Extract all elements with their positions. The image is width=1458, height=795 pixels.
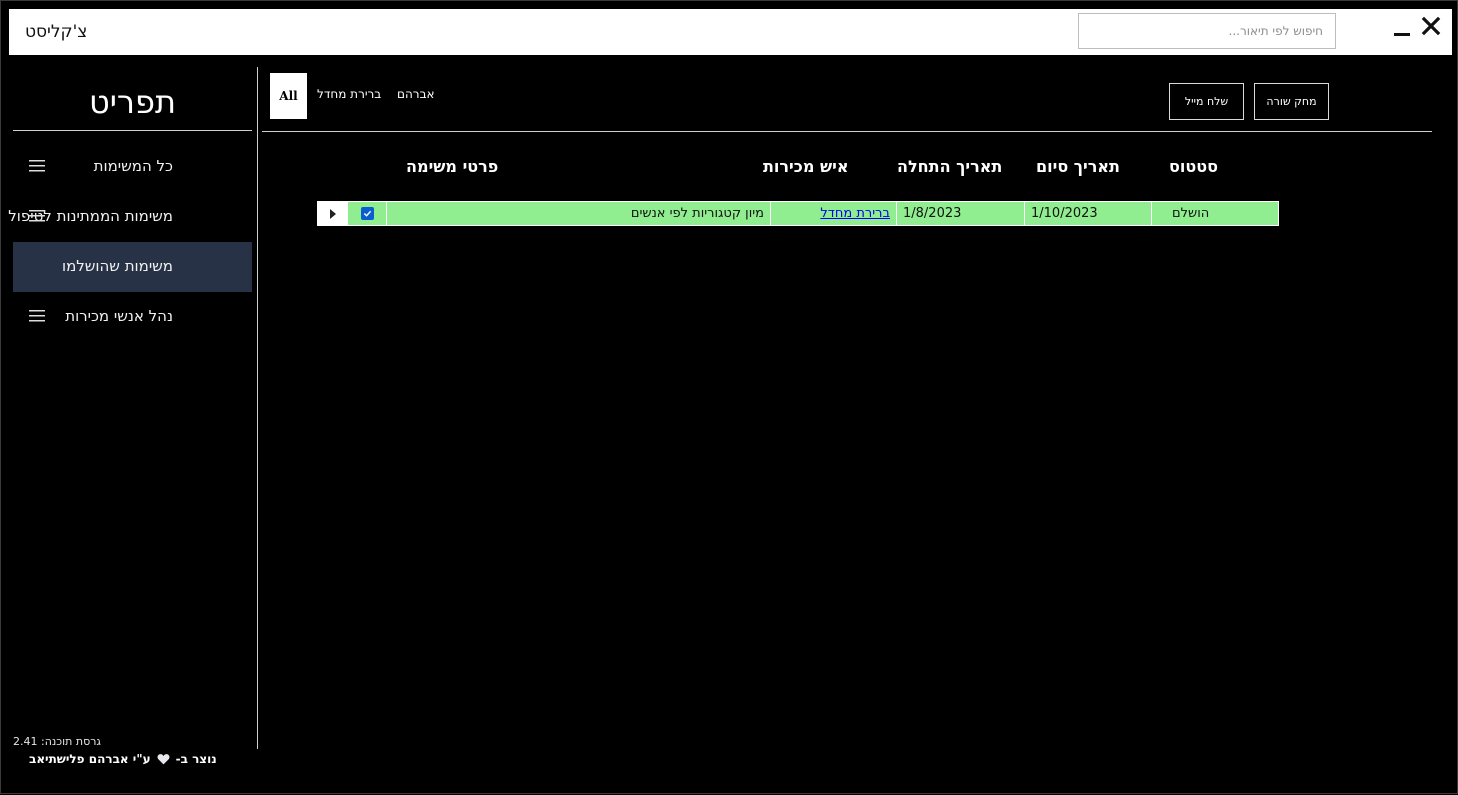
sidebar-item-label: כל המשימות bbox=[93, 157, 173, 175]
close-icon bbox=[1421, 16, 1441, 36]
hamburger-icon bbox=[29, 160, 45, 172]
delete-row-button[interactable]: מחק שורה bbox=[1254, 83, 1329, 120]
salesperson-link[interactable]: ברירת מחדל bbox=[820, 206, 890, 221]
caret-right-icon bbox=[330, 208, 336, 219]
heart-icon bbox=[157, 754, 170, 765]
close-button[interactable] bbox=[1421, 16, 1441, 36]
checkbox-cell bbox=[348, 202, 387, 225]
column-header-status[interactable]: סטטוס bbox=[1169, 157, 1218, 176]
title-bar: צ'קליסט bbox=[9, 9, 1452, 55]
filter-tab-avraham[interactable]: אברהם bbox=[397, 87, 435, 101]
check-icon bbox=[363, 210, 371, 217]
search-input[interactable] bbox=[1079, 14, 1335, 48]
search-box bbox=[1078, 13, 1336, 49]
start-date: 1/8/2023 bbox=[903, 206, 962, 221]
row-checkbox[interactable] bbox=[360, 207, 374, 220]
hamburger-icon bbox=[29, 210, 45, 222]
sidebar-item-label: משימות שהושלמו bbox=[61, 257, 173, 275]
status-value: הושלם bbox=[1172, 206, 1210, 221]
sidebar-title: תפריט bbox=[89, 83, 176, 121]
credit-prefix: נוצר ב- bbox=[175, 752, 217, 766]
send-mail-button[interactable]: שלח מייל bbox=[1169, 83, 1244, 120]
sidebar-item-label: נהל אנשי מכירות bbox=[65, 307, 173, 325]
credit-author: ע"י אברהם פלישתיאב bbox=[29, 752, 151, 766]
credit-line: נוצר ב- ע"י אברהם פלישתיאב bbox=[29, 752, 217, 766]
software-version: גרסת תוכנה: 2.41 bbox=[13, 735, 101, 748]
sidebar-item-all-tasks[interactable]: כל המשימות bbox=[13, 142, 252, 192]
app-window: צ'קליסט תפריט כל המשימות משימות הממתינות… bbox=[0, 0, 1458, 794]
row-expander[interactable] bbox=[318, 202, 348, 225]
hamburger-icon bbox=[29, 310, 45, 322]
app-title: צ'קליסט bbox=[25, 22, 88, 42]
table-row[interactable]: מיון קטגוריות לפי אנשים ברירת מחדל 1/8/2… bbox=[317, 201, 1279, 226]
filter-tab-all[interactable]: All bbox=[270, 73, 307, 119]
version-number: 2.41 bbox=[13, 735, 38, 748]
start-date-cell: 1/8/2023 bbox=[896, 202, 1024, 225]
column-header-salesperson[interactable]: איש מכירות bbox=[763, 157, 848, 176]
minimize-button[interactable] bbox=[1394, 33, 1410, 36]
end-date-cell: 1/10/2023 bbox=[1024, 202, 1151, 225]
sidebar-divider bbox=[13, 130, 252, 131]
sidebar: תפריט כל המשימות משימות הממתינות לטיפול … bbox=[1, 55, 258, 795]
main-divider bbox=[262, 131, 1432, 132]
sidebar-item-manage-salespeople[interactable]: נהל אנשי מכירות bbox=[13, 292, 252, 342]
filter-tab-default[interactable]: ברירת מחדל bbox=[317, 87, 381, 101]
task-details: מיון קטגוריות לפי אנשים bbox=[630, 206, 764, 221]
end-date: 1/10/2023 bbox=[1031, 206, 1098, 221]
status-cell: הושלם bbox=[1151, 202, 1278, 225]
column-header-end-date[interactable]: תאריך סיום bbox=[1036, 157, 1120, 176]
version-label: גרסת תוכנה: bbox=[41, 735, 101, 748]
sidebar-item-completed-tasks[interactable]: משימות שהושלמו bbox=[13, 242, 252, 292]
column-header-start-date[interactable]: תאריך התחלה bbox=[897, 157, 1002, 176]
salesperson-cell: ברירת מחדל bbox=[770, 202, 896, 225]
details-cell: מיון קטגוריות לפי אנשים bbox=[386, 202, 770, 225]
column-header-details[interactable]: פרטי משימה bbox=[406, 157, 498, 176]
sidebar-item-pending-tasks[interactable]: משימות הממתינות לטיפול bbox=[8, 192, 252, 242]
sidebar-vertical-divider bbox=[257, 67, 258, 749]
